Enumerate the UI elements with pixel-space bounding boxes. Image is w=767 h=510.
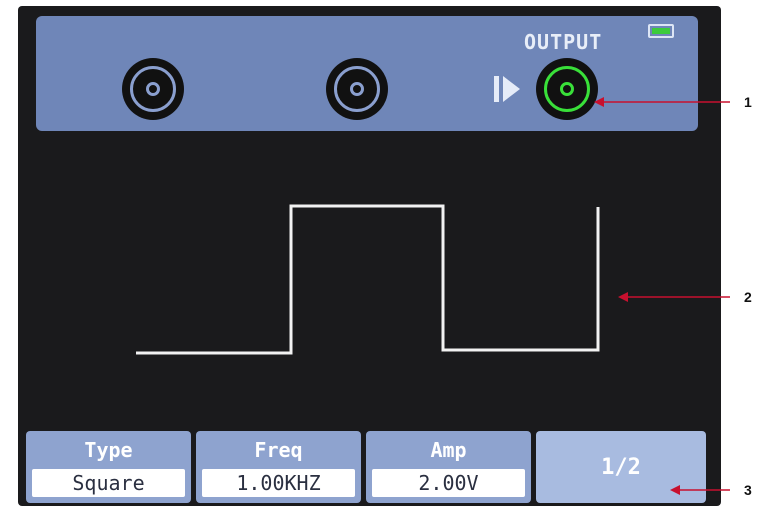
channel-port-2[interactable] [326, 58, 388, 120]
callout-arrow-3 [670, 485, 730, 495]
port-center-icon [560, 82, 574, 96]
output-label: OUTPUT [524, 30, 603, 54]
type-softkey[interactable]: Type Square [26, 431, 191, 503]
callout-number-3: 3 [744, 482, 752, 498]
callout-number-1: 1 [744, 94, 752, 110]
play-arrow-icon [494, 76, 520, 102]
callout-arrow-1 [594, 97, 730, 107]
amp-softkey[interactable]: Amp 2.00V [366, 431, 531, 503]
callout-arrow-2 [618, 292, 730, 302]
port-center-icon [146, 82, 160, 96]
freq-label: Freq [254, 438, 303, 462]
port-center-icon [350, 82, 364, 96]
square-waveform [136, 204, 600, 355]
type-label: Type [84, 438, 133, 462]
callout-number-2: 2 [744, 289, 752, 305]
annotation-arrows [594, 97, 730, 495]
battery-icon [648, 24, 674, 38]
amp-value: 2.00V [372, 469, 525, 497]
freq-value: 1.00KHZ [202, 469, 355, 497]
output-port[interactable] [536, 58, 598, 120]
amp-label: Amp [430, 438, 467, 462]
channel-port-1[interactable] [122, 58, 184, 120]
freq-softkey[interactable]: Freq 1.00KHZ [196, 431, 361, 503]
type-value: Square [32, 469, 185, 497]
battery-level [652, 28, 670, 34]
